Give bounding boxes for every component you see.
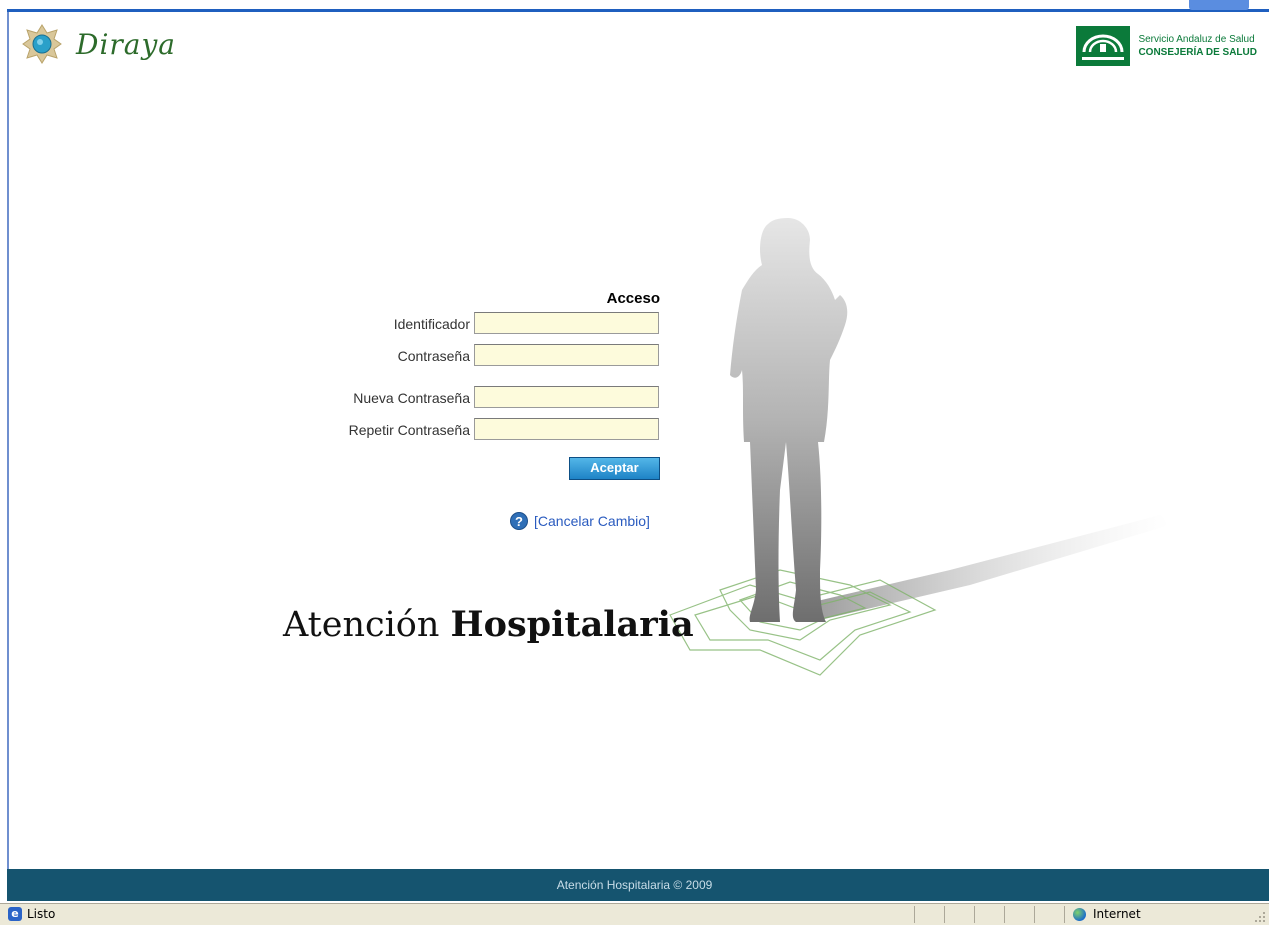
identifier-label: Identificador	[393, 316, 470, 332]
junta-andalucia-logo	[1076, 26, 1131, 66]
status-divider	[914, 906, 915, 923]
footer-text: Atención Hospitalaria © 2009	[556, 878, 713, 892]
help-icon[interactable]: ?	[510, 512, 528, 530]
identifier-input[interactable]	[474, 312, 659, 334]
browser-status-bar: e Listo Internet	[0, 903, 1269, 925]
junta-arch-icon	[1082, 34, 1125, 60]
headline-bold: Hospitalaria	[450, 604, 694, 645]
status-divider	[1004, 906, 1005, 923]
page-footer: Atención Hospitalaria © 2009	[7, 869, 1269, 901]
password-row: Contraseña	[300, 344, 660, 368]
resize-grip-icon[interactable]	[1254, 911, 1266, 923]
status-divider	[1034, 906, 1035, 923]
agency-logo: Servicio Andaluz de Salud CONSEJERÍA DE …	[1076, 26, 1257, 66]
cancel-change[interactable]: ? [Cancelar Cambio]	[510, 512, 650, 530]
repeat-password-label: Repetir Contraseña	[348, 422, 470, 438]
new-password-label: Nueva Contraseña	[353, 390, 470, 406]
repeat-password-row: Repetir Contraseña	[300, 418, 660, 442]
window-left-frame	[7, 12, 9, 900]
department-name: CONSEJERÍA DE SALUD	[1138, 47, 1257, 58]
silhouette-illustration	[669, 218, 1170, 676]
window-top-frame	[0, 0, 1269, 12]
page-headline: Atención Hospitalaria	[283, 604, 694, 645]
brand-name: Diraya	[76, 27, 176, 61]
status-divider	[1064, 906, 1065, 923]
cancel-change-link[interactable]: [Cancelar Cambio]	[534, 513, 650, 529]
accept-button[interactable]: Aceptar	[569, 457, 660, 480]
agency-name: Servicio Andaluz de Salud	[1138, 34, 1255, 45]
diraya-star-icon	[22, 24, 62, 64]
repeat-password-input[interactable]	[474, 418, 659, 440]
window-tab-edge	[1189, 0, 1249, 10]
window-top-bar	[7, 9, 1269, 12]
status-divider	[944, 906, 945, 923]
security-zone: Internet	[1093, 907, 1141, 921]
password-label: Contraseña	[397, 348, 470, 364]
internet-zone-icon	[1073, 908, 1086, 921]
password-input[interactable]	[474, 344, 659, 366]
status-divider	[974, 906, 975, 923]
brand-logo: Diraya	[22, 22, 176, 66]
form-title: Acceso	[606, 290, 660, 307]
headline-regular: Atención	[283, 605, 440, 645]
new-password-input[interactable]	[474, 386, 659, 408]
identifier-row: Identificador	[300, 312, 660, 336]
ie-page-icon: e	[8, 907, 22, 921]
status-text: Listo	[27, 907, 56, 921]
new-password-row: Nueva Contraseña	[300, 386, 660, 410]
